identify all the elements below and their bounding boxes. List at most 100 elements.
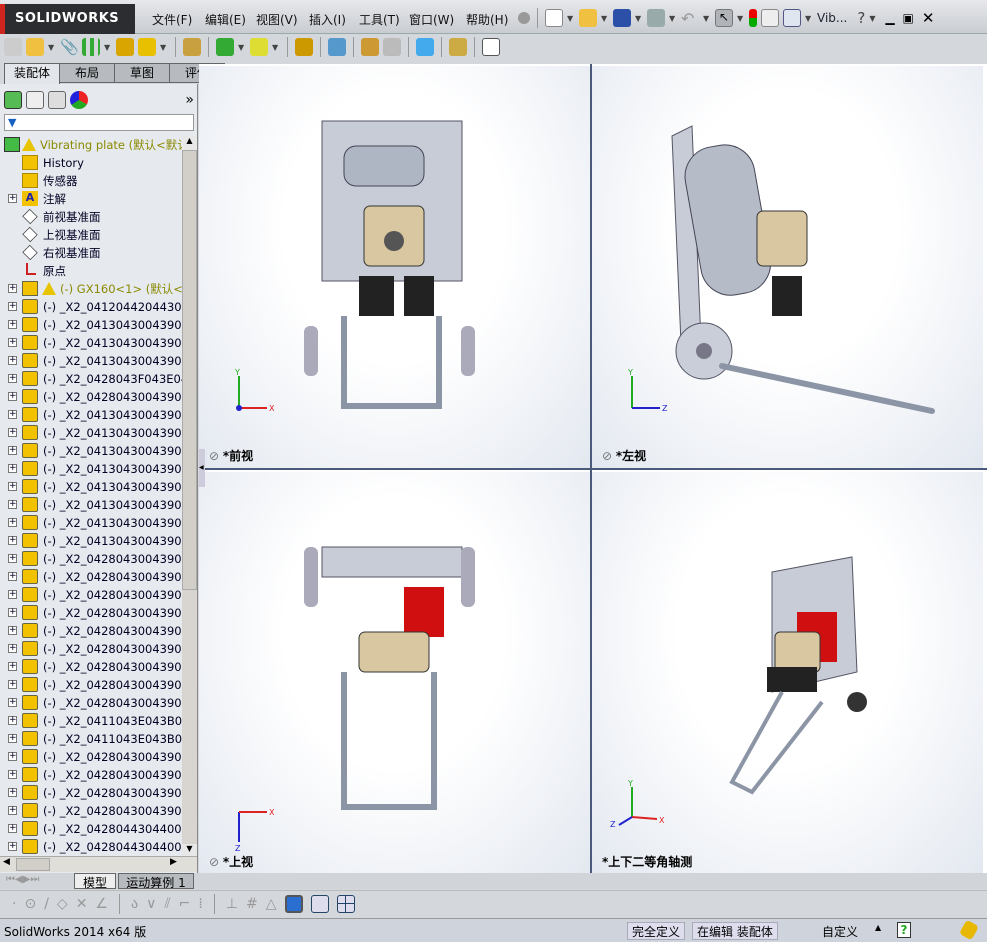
- expand-icon[interactable]: +: [8, 752, 17, 761]
- tree-item[interactable]: 右视基准面: [0, 244, 182, 262]
- tree-item-part[interactable]: + (-) _X2_0428043004390431(: [0, 622, 182, 640]
- view-3d-icon[interactable]: [284, 894, 303, 913]
- smart-fasteners-icon[interactable]: [116, 38, 134, 56]
- scroll-up-arrow[interactable]: ▲: [182, 136, 197, 150]
- clearance-verification-icon[interactable]: [449, 38, 467, 56]
- tab-scroll-arrows[interactable]: ⏮◀▶⏭: [6, 874, 39, 885]
- tree-item[interactable]: History: [0, 154, 182, 172]
- assembly-visualization-icon[interactable]: [482, 38, 500, 56]
- expand-icon[interactable]: +: [8, 428, 17, 437]
- expand-icon[interactable]: +: [8, 410, 17, 419]
- expand-icon[interactable]: +: [8, 194, 17, 203]
- tree-item-gx160[interactable]: + (-) GX160<1> (默认<<默认>_显示状态 1>): [0, 280, 182, 298]
- chevron-down-icon[interactable]: ▼: [669, 14, 677, 23]
- tree-item-part[interactable]: + (-) _X2_0428043004390431(: [0, 766, 182, 784]
- rebuild-traffic-light-icon[interactable]: [749, 9, 757, 27]
- viewport-front[interactable]: YX ⊘ *前视: [199, 66, 590, 468]
- expand-icon[interactable]: +: [8, 644, 17, 653]
- tree-item-part[interactable]: + (-) _X2_0428043004390431(: [0, 784, 182, 802]
- expand-icon[interactable]: +: [8, 680, 17, 689]
- chevron-down-icon[interactable]: ▼: [635, 14, 643, 23]
- tree-item[interactable]: 前视基准面: [0, 208, 182, 226]
- chevron-down-icon[interactable]: ▼: [238, 43, 246, 52]
- tree-item-part[interactable]: + (-) _X2_041304300439043A0: [0, 442, 182, 460]
- mate-paperclip-icon[interactable]: 📎: [60, 38, 79, 56]
- tree-item-part[interactable]: + (-) _X2_041304300439043A0: [0, 352, 182, 370]
- chevron-down-icon[interactable]: ▼: [601, 14, 609, 23]
- new-document-icon[interactable]: [545, 9, 563, 27]
- explode-line-sketch-icon[interactable]: [383, 38, 401, 56]
- expand-icon[interactable]: +: [8, 482, 17, 491]
- scroll-thumb[interactable]: [16, 858, 50, 871]
- filter-icon[interactable]: ▼: [5, 116, 16, 129]
- expand-icon[interactable]: +: [8, 698, 17, 707]
- expand-icon[interactable]: +: [8, 392, 17, 401]
- help-icon[interactable]: ?: [857, 9, 865, 27]
- scroll-thumb[interactable]: [182, 150, 197, 590]
- link-view-icon[interactable]: ⊘: [602, 449, 616, 463]
- tree-horizontal-scrollbar[interactable]: ◀ ▶: [0, 856, 197, 872]
- chevron-down-icon[interactable]: ▼: [48, 43, 56, 52]
- feature-manager-tree-icon[interactable]: [4, 91, 22, 109]
- tree-item-part[interactable]: + (-) _X2_0428043004390431(: [0, 658, 182, 676]
- tree-item[interactable]: 原点: [0, 262, 182, 280]
- expand-icon[interactable]: +: [8, 356, 17, 365]
- expand-icon[interactable]: +: [8, 284, 17, 293]
- circle-icon[interactable]: ⊙: [24, 896, 36, 912]
- tab-motion-study[interactable]: 运动算例 1: [118, 873, 194, 890]
- display-manager-icon[interactable]: [70, 91, 88, 109]
- tree-item-part[interactable]: + (-) _X2_0411043E043B044_X: [0, 712, 182, 730]
- tree-item-part[interactable]: + (-) _X2_0428043004390431(: [0, 550, 182, 568]
- interference-detection-icon[interactable]: [416, 38, 434, 56]
- tree-item-part[interactable]: + (-) _X2_041304300439043A0: [0, 316, 182, 334]
- offset-icon[interactable]: ⫽: [164, 896, 170, 912]
- tree-item-part[interactable]: + (-) _X2_0428043004390431(: [0, 640, 182, 658]
- property-manager-icon[interactable]: [26, 91, 44, 109]
- tree-item-part[interactable]: + (-) _X2_041304300439043A0: [0, 334, 182, 352]
- viewport-top[interactable]: ZX ⊘ *上视: [199, 472, 590, 874]
- corner-icon[interactable]: ⌐: [179, 896, 191, 912]
- menu-edit[interactable]: 编辑(E): [205, 11, 246, 28]
- save-icon[interactable]: [613, 9, 631, 27]
- new-motion-study-icon[interactable]: [295, 38, 313, 56]
- expand-icon[interactable]: +: [8, 464, 17, 473]
- menu-insert[interactable]: 插入(I): [309, 11, 346, 28]
- units-selector[interactable]: 自定义: [822, 923, 858, 940]
- chevron-down-icon[interactable]: ▼: [104, 43, 112, 52]
- scroll-right-arrow[interactable]: ▶: [170, 857, 177, 867]
- expand-icon[interactable]: +: [8, 824, 17, 833]
- tree-item-part[interactable]: + (-) _X2_0428043004390431(: [0, 586, 182, 604]
- menu-window[interactable]: 窗口(W): [409, 11, 454, 28]
- tree-item-part[interactable]: + (-) _X2_04280443044004430: [0, 838, 182, 856]
- expand-icon[interactable]: +: [8, 626, 17, 635]
- tree-item-part[interactable]: + (-) _X2_041304300439043A0: [0, 460, 182, 478]
- collapse-panel-handle[interactable]: ◀: [199, 449, 205, 487]
- tab-model[interactable]: 模型: [74, 873, 116, 890]
- trim-icon[interactable]: ✕: [76, 896, 88, 912]
- tree-item-part[interactable]: + (-) _X2_0428043004390431(: [0, 802, 182, 820]
- print-icon[interactable]: [647, 9, 665, 27]
- fillet-icon[interactable]: ა: [131, 896, 138, 912]
- expand-icon[interactable]: +: [8, 446, 17, 455]
- linear-pattern-icon[interactable]: [82, 38, 100, 56]
- undo-icon[interactable]: ↶: [681, 9, 699, 28]
- tree-item-part[interactable]: + (-) _X2_041304300439043A0: [0, 424, 182, 442]
- expand-icon[interactable]: +: [8, 842, 17, 851]
- chevron-down-icon[interactable]: ▼: [737, 14, 745, 23]
- polygon-icon[interactable]: ◇: [57, 896, 68, 912]
- expand-icon[interactable]: +: [8, 536, 17, 545]
- chamfer-icon[interactable]: ∨: [146, 896, 156, 912]
- grid-icon[interactable]: #: [246, 896, 258, 912]
- tree-filter-input[interactable]: ▼: [4, 114, 194, 131]
- viewport-left[interactable]: YZ ⊘ *左视: [592, 66, 983, 468]
- assembly-features-icon[interactable]: [216, 38, 234, 56]
- dimension-icon[interactable]: ⊥: [226, 896, 238, 912]
- expand-icon[interactable]: +: [8, 716, 17, 725]
- single-view-icon[interactable]: [310, 894, 329, 913]
- four-view-icon[interactable]: [336, 894, 355, 913]
- tree-vertical-scrollbar[interactable]: ▲ ▼: [182, 136, 197, 858]
- open-component-icon[interactable]: [26, 38, 44, 56]
- exploded-view-icon[interactable]: [361, 38, 379, 56]
- construction-icon[interactable]: ⁞: [198, 896, 202, 912]
- tree-item-part[interactable]: + (-) _X2_0428043004390431(: [0, 568, 182, 586]
